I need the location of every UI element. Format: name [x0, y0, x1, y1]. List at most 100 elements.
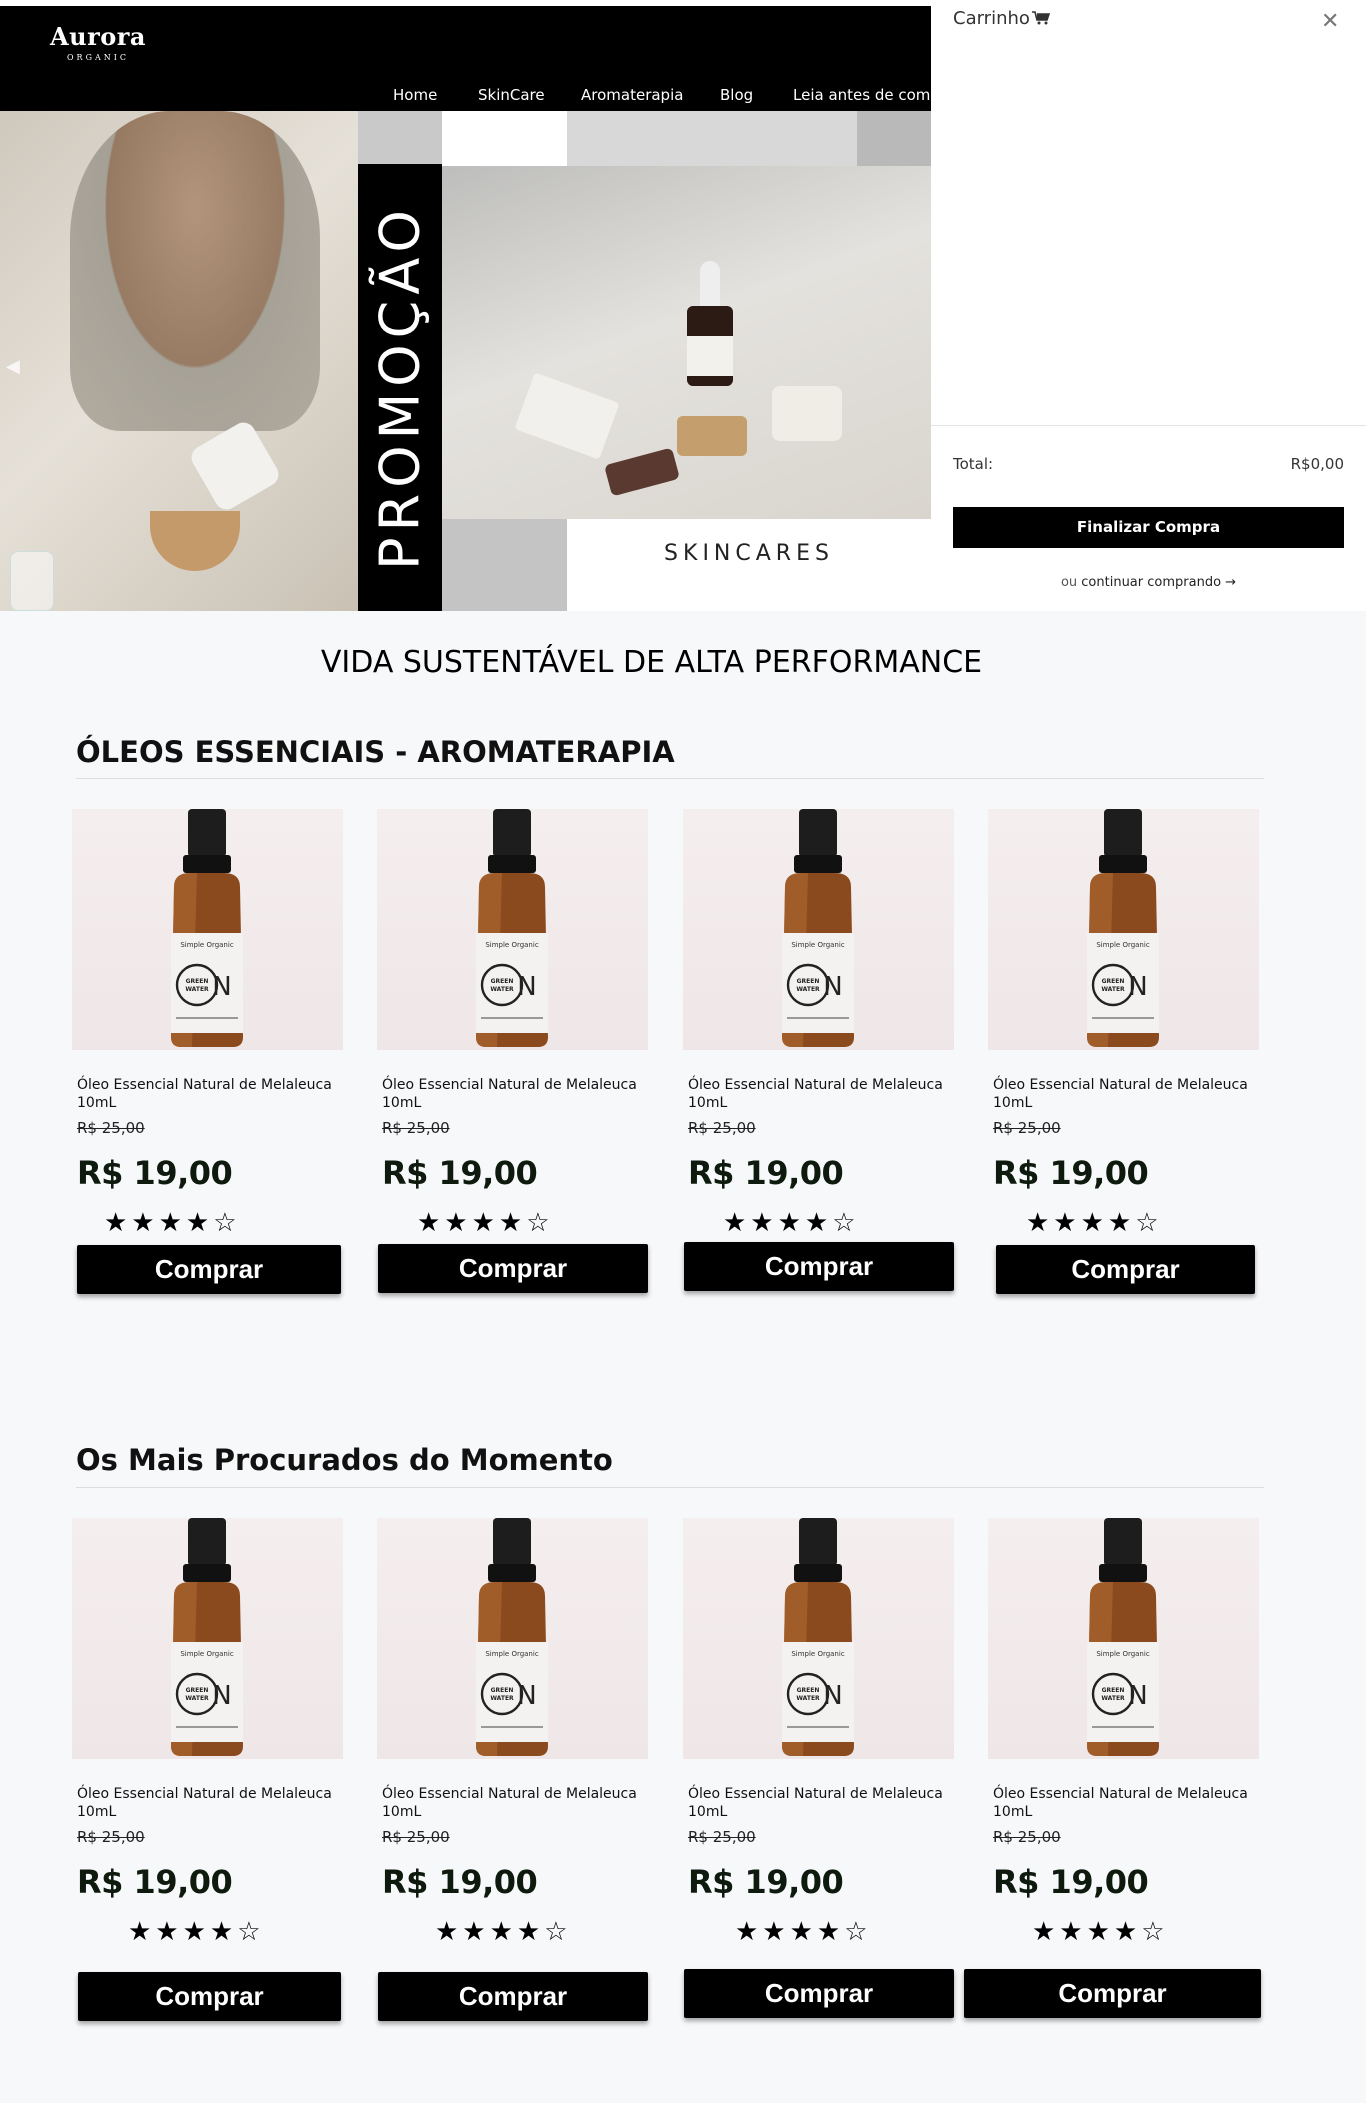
- product-image[interactable]: Simple Organic GREEN WATER N: [377, 809, 648, 1050]
- product-rating: ★★★★☆: [1032, 1916, 1169, 1946]
- site-header: Aurora ORGANIC Home SkinCare Aromaterapi…: [0, 6, 931, 111]
- buy-button[interactable]: Comprar: [378, 1244, 648, 1293]
- product-name[interactable]: Óleo Essencial Natural de Melaleuca 10mL: [688, 1076, 948, 1112]
- product-rating: ★★★★☆: [128, 1916, 265, 1946]
- product-name[interactable]: Óleo Essencial Natural de Melaleuca 10mL: [688, 1785, 948, 1821]
- section-divider: [76, 778, 1264, 779]
- product-image[interactable]: Simple Organic GREEN WATER N: [988, 1518, 1259, 1759]
- buy-button[interactable]: Comprar: [684, 1242, 954, 1291]
- page-tagline: VIDA SUSTENTÁVEL DE ALTA PERFORMANCE: [320, 645, 983, 680]
- hero-label-box: SKINCARES: [567, 519, 931, 611]
- checkout-button[interactable]: Finalizar Compra: [953, 507, 1344, 548]
- product-rating: ★★★★☆: [417, 1207, 554, 1237]
- product-price: R$ 19,00: [993, 1863, 1149, 1901]
- nav-skincare[interactable]: SkinCare: [478, 86, 545, 104]
- product-name[interactable]: Óleo Essencial Natural de Melaleuca 10mL: [993, 1076, 1253, 1112]
- product-price: R$ 19,00: [77, 1154, 233, 1192]
- continue-shopping: ou continuar comprando →: [931, 575, 1366, 590]
- hero-product-photo: [442, 166, 931, 519]
- promo-banner: PROMOÇÃO: [358, 164, 442, 611]
- svg-text:Simple Organic: Simple Organic: [1096, 941, 1150, 949]
- buy-button[interactable]: Comprar: [996, 1245, 1255, 1294]
- buy-button[interactable]: Comprar: [77, 1245, 341, 1294]
- product-name[interactable]: Óleo Essencial Natural de Melaleuca 10mL: [993, 1785, 1253, 1821]
- svg-text:N: N: [823, 972, 842, 1002]
- nav-aromaterapia[interactable]: Aromaterapia: [581, 86, 683, 104]
- promo-banner-text: PROMOÇÃO: [368, 204, 432, 571]
- svg-text:WATER: WATER: [796, 986, 820, 993]
- section-divider: [76, 1487, 1264, 1488]
- brand-name: Aurora: [50, 22, 146, 51]
- buy-button[interactable]: Comprar: [378, 1972, 648, 2021]
- product-image[interactable]: Simple Organic GREEN WATER N: [683, 809, 954, 1050]
- product-image[interactable]: Simple Organic GREEN WATER N: [988, 809, 1259, 1050]
- cart-title: Carrinho: [953, 8, 1050, 29]
- hero-label: SKINCARES: [664, 541, 834, 566]
- buy-button[interactable]: Comprar: [964, 1969, 1261, 2018]
- svg-text:GREEN: GREEN: [491, 978, 514, 985]
- cart-title-text: Carrinho: [953, 8, 1030, 29]
- svg-text:WATER: WATER: [796, 1695, 820, 1702]
- svg-text:Simple Organic: Simple Organic: [791, 1650, 845, 1658]
- product-image[interactable]: Simple Organic GREEN WATER N: [72, 1518, 343, 1759]
- product-image[interactable]: Simple Organic GREEN WATER N: [72, 809, 343, 1050]
- close-icon[interactable]: ✕: [1321, 8, 1339, 34]
- main-nav: Home SkinCare Aromaterapia Blog Leia ant…: [0, 86, 931, 106]
- product-image[interactable]: Simple Organic GREEN WATER N: [683, 1518, 954, 1759]
- svg-text:GREEN: GREEN: [1102, 978, 1125, 985]
- product-name[interactable]: Óleo Essencial Natural de Melaleuca 10mL: [77, 1076, 337, 1112]
- svg-text:Simple Organic: Simple Organic: [485, 941, 539, 949]
- product-price: R$ 19,00: [688, 1154, 844, 1192]
- product-image[interactable]: Simple Organic GREEN WATER N: [377, 1518, 648, 1759]
- nav-leia-antes[interactable]: Leia antes de comp: [793, 86, 931, 104]
- nav-home[interactable]: Home: [393, 86, 437, 104]
- svg-text:Simple Organic: Simple Organic: [791, 941, 845, 949]
- chevron-left-icon[interactable]: ◀: [6, 356, 20, 377]
- product-price: R$ 19,00: [77, 1863, 233, 1901]
- product-rating: ★★★★☆: [723, 1207, 860, 1237]
- product-rating: ★★★★☆: [735, 1916, 872, 1946]
- product-old-price: R$ 25,00: [993, 1119, 1061, 1137]
- nav-blog[interactable]: Blog: [720, 86, 753, 104]
- product-price: R$ 19,00: [382, 1154, 538, 1192]
- hero-photo-woman: [0, 111, 358, 611]
- svg-text:Simple Organic: Simple Organic: [180, 1650, 234, 1658]
- svg-text:GREEN: GREEN: [797, 1687, 820, 1694]
- buy-button[interactable]: Comprar: [78, 1972, 341, 2021]
- shopping-cart-icon: [1031, 11, 1050, 25]
- cart-total-value: R$0,00: [1290, 455, 1344, 473]
- brand-logo[interactable]: Aurora ORGANIC: [38, 22, 158, 62]
- svg-text:N: N: [517, 1681, 536, 1711]
- cart-panel: Carrinho ✕ Total: R$0,00 Finalizar Compr…: [931, 0, 1366, 611]
- svg-text:GREEN: GREEN: [1102, 1687, 1125, 1694]
- svg-text:WATER: WATER: [1101, 986, 1125, 993]
- product-rating: ★★★★☆: [1026, 1207, 1163, 1237]
- product-price: R$ 19,00: [688, 1863, 844, 1901]
- continue-shopping-link[interactable]: continuar comprando →: [1081, 575, 1236, 590]
- svg-text:N: N: [823, 1681, 842, 1711]
- continue-prefix: ou: [1060, 575, 1078, 590]
- svg-text:WATER: WATER: [490, 986, 514, 993]
- slider-dot-1[interactable]: [664, 605, 671, 611]
- product-name[interactable]: Óleo Essencial Natural de Melaleuca 10mL: [77, 1785, 337, 1821]
- slider-dots: [664, 599, 704, 611]
- product-rating: ★★★★☆: [435, 1916, 572, 1946]
- svg-text:Simple Organic: Simple Organic: [180, 941, 234, 949]
- hero-slider[interactable]: PROMOÇÃO SKINCARES ◀: [0, 111, 931, 611]
- product-name[interactable]: Óleo Essencial Natural de Melaleuca 10mL: [382, 1785, 642, 1821]
- svg-text:Simple Organic: Simple Organic: [1096, 1650, 1150, 1658]
- product-name[interactable]: Óleo Essencial Natural de Melaleuca 10mL: [382, 1076, 642, 1112]
- product-old-price: R$ 25,00: [688, 1828, 756, 1846]
- svg-text:Simple Organic: Simple Organic: [485, 1650, 539, 1658]
- buy-button[interactable]: Comprar: [684, 1969, 954, 2018]
- product-old-price: R$ 25,00: [688, 1119, 756, 1137]
- svg-text:GREEN: GREEN: [186, 978, 209, 985]
- product-old-price: R$ 25,00: [77, 1828, 145, 1846]
- section-title-procurados: Os Mais Procurados do Momento: [76, 1443, 613, 1477]
- product-price: R$ 19,00: [382, 1863, 538, 1901]
- svg-text:WATER: WATER: [185, 1695, 209, 1702]
- section-title-oleos: ÓLEOS ESSENCIAIS - AROMATERAPIA: [76, 735, 675, 769]
- svg-text:N: N: [212, 1681, 231, 1711]
- svg-text:N: N: [1128, 972, 1147, 1002]
- svg-text:WATER: WATER: [490, 1695, 514, 1702]
